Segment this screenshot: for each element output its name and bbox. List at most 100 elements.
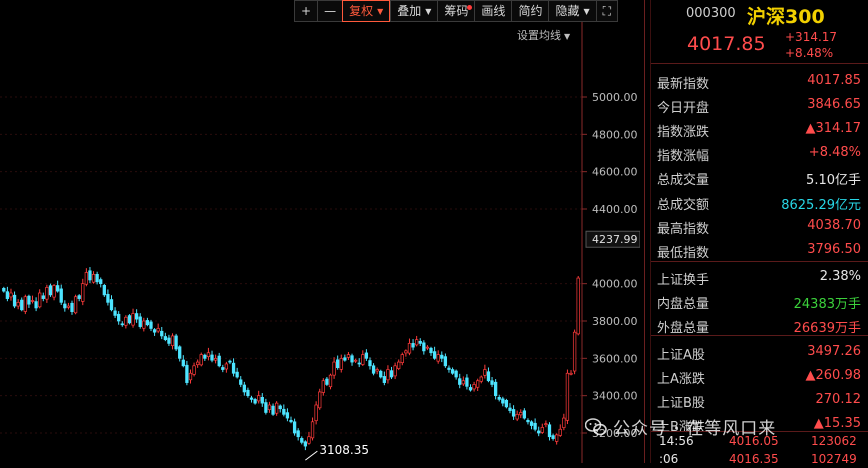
index-price: 4017.85 <box>687 33 766 55</box>
overlay-button[interactable]: 叠加 ▼ <box>390 0 438 22</box>
candle <box>185 360 189 386</box>
candle <box>224 361 229 373</box>
chevron-down-icon: ▼ <box>564 32 571 41</box>
stat-label: 最新指数 <box>657 77 710 92</box>
candle <box>70 300 74 315</box>
candle <box>34 297 38 312</box>
chips-button[interactable]: 筹码 <box>437 0 475 22</box>
stat-row: 最高指数 4038.70 <box>651 215 868 239</box>
candle <box>48 283 53 297</box>
candle <box>529 420 534 430</box>
candle-body <box>124 316 128 326</box>
candle-body <box>328 374 333 388</box>
stat-value: 24383万手 <box>793 296 861 312</box>
candle-body <box>264 402 268 413</box>
stat-value: ▲314.17 <box>805 121 862 137</box>
ma-setting-button[interactable]: 设置均线 ▼ <box>517 27 570 43</box>
stat-value: 26639万手 <box>793 321 861 336</box>
toolbar-button-label: + <box>301 4 312 18</box>
candle <box>440 351 444 363</box>
panel-divider-line <box>651 63 868 64</box>
candle-body <box>66 305 71 308</box>
candle-body <box>325 378 329 385</box>
stat-value: ▲260.98 <box>805 368 862 384</box>
candle <box>526 418 530 425</box>
stat-label: 总成交额 <box>657 197 710 213</box>
candle <box>249 395 254 403</box>
candle-body <box>465 377 469 387</box>
candle <box>127 314 132 325</box>
candle <box>353 358 358 363</box>
candle-body <box>440 354 444 359</box>
stat-row: 指数涨跌 ▲314.17 <box>651 118 868 142</box>
candle <box>23 294 27 315</box>
zoom-in-button[interactable]: + <box>294 0 318 22</box>
stat-label: 上A涨跌 <box>657 372 705 388</box>
index-code: 000300 <box>686 6 736 21</box>
draw-line-button[interactable]: 画线 <box>474 0 512 22</box>
fullscreen-button[interactable]: ⛶ <box>595 0 619 22</box>
candle-body <box>379 370 383 378</box>
candle-body <box>425 346 430 349</box>
candle <box>12 291 17 309</box>
candle <box>504 398 509 409</box>
candle-body <box>508 407 512 411</box>
candle <box>16 299 20 310</box>
chart-canvas[interactable]: 5000.00 4800.00 4600.00 4400.00 4000.00 3800.… <box>0 0 641 463</box>
candle <box>20 297 24 312</box>
panel-divider-line <box>651 261 868 262</box>
candle-body <box>486 371 491 382</box>
candle <box>167 334 171 347</box>
candle-body <box>429 347 433 354</box>
stat-label: 最低指数 <box>657 245 710 261</box>
candle-body <box>278 405 282 410</box>
candle-body <box>142 320 146 329</box>
candle <box>210 350 214 363</box>
tick-time: :06 <box>659 452 679 466</box>
candle-body <box>432 351 437 359</box>
candle <box>318 388 322 410</box>
candle <box>515 410 519 422</box>
candle <box>27 294 31 308</box>
candle <box>400 352 404 366</box>
candle <box>558 424 562 437</box>
candle <box>350 353 354 366</box>
kline-chart[interactable]: 5000.00 4800.00 4600.00 4400.00 4000.00 3800.… <box>0 0 641 463</box>
stat-value: 8625.29亿元 <box>781 197 861 213</box>
candle <box>124 315 128 329</box>
candle-body <box>59 288 63 303</box>
candle <box>242 381 246 396</box>
candle <box>422 340 426 355</box>
candle-body <box>274 402 279 414</box>
candle <box>508 403 512 414</box>
chevron-down-icon: ▼ <box>377 7 384 16</box>
candle <box>533 418 537 432</box>
candle <box>213 354 218 364</box>
candle <box>38 289 42 309</box>
candle-body <box>41 295 45 299</box>
candle <box>404 349 408 357</box>
candle-body <box>526 419 530 423</box>
candle <box>95 271 99 285</box>
candle <box>300 436 304 445</box>
candle-body <box>569 372 573 375</box>
zoom-out-button[interactable]: — <box>317 0 343 22</box>
stat-label: 今日开盘 <box>657 101 710 117</box>
candle-body <box>389 370 394 378</box>
candle <box>562 413 566 431</box>
candle-body <box>163 336 167 341</box>
candle-body <box>231 362 236 374</box>
candle-body <box>332 361 336 376</box>
candle <box>271 403 275 416</box>
hide-button[interactable]: 隐藏 ▼ <box>548 0 596 22</box>
candle <box>81 278 85 306</box>
candle-body <box>246 389 250 397</box>
adjust-button[interactable]: 复权 ▼ <box>342 0 391 22</box>
candle <box>511 405 516 420</box>
candle <box>217 352 221 368</box>
simple-button[interactable]: 简约 <box>511 0 549 22</box>
candle-body <box>479 376 483 382</box>
candle <box>519 409 523 419</box>
candle <box>303 440 308 451</box>
candle-body <box>271 405 275 415</box>
